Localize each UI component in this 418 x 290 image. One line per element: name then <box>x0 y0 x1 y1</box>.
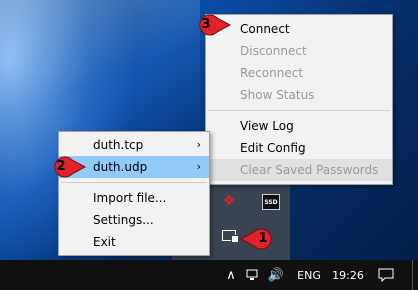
menu-item-settings[interactable]: Settings... <box>59 209 209 231</box>
menu-item-import-file[interactable]: Import file... <box>59 187 209 209</box>
menu-item-connect[interactable]: Connect <box>206 18 392 40</box>
ssd-icon[interactable]: SSD <box>262 194 280 210</box>
menu-item-show-status: Show Status <box>206 84 392 106</box>
step-badge-1: 1 <box>240 228 274 250</box>
notification-icon-svg <box>378 268 394 282</box>
import-file-label: Import file... <box>93 191 167 205</box>
menu-item-clear-passwords: Clear Saved Passwords <box>206 159 392 181</box>
menu-item-reconnect: Reconnect <box>206 62 392 84</box>
exit-label: Exit <box>93 235 116 249</box>
clock[interactable]: 19:26 <box>330 260 366 290</box>
view-log-label: View Log <box>240 119 294 133</box>
badge-number-1: 1 <box>258 231 268 246</box>
clear-passwords-label: Clear Saved Passwords <box>240 163 379 177</box>
edit-config-label: Edit Config <box>240 141 306 155</box>
menu-item-edit-config[interactable]: Edit Config <box>206 137 392 159</box>
menu-separator <box>61 182 207 183</box>
language-indicator[interactable]: ENG <box>294 260 324 290</box>
taskbar: ∧ 🔊 ENG 19:26 <box>0 260 418 290</box>
settings-label: Settings... <box>93 213 154 227</box>
connection-submenu: Connect Disconnect Reconnect Show Status… <box>205 14 393 185</box>
connect-label: Connect <box>240 22 290 36</box>
ssd-label: SSD <box>264 198 278 206</box>
red-dots-app-icon[interactable]: ❖ <box>218 193 240 209</box>
duth-tcp-label: duth.tcp <box>93 138 144 152</box>
menu-item-exit[interactable]: Exit <box>59 231 209 253</box>
badge-number-2: 2 <box>56 159 66 174</box>
show-status-label: Show Status <box>240 88 315 102</box>
chevron-right-icon: › <box>196 138 201 151</box>
duth-udp-label: duth.udp <box>93 160 148 174</box>
menu-separator <box>208 110 390 111</box>
step-badge-3: 3 <box>195 14 231 36</box>
show-desktop-button[interactable] <box>412 260 418 290</box>
menu-item-duth-tcp[interactable]: duth.tcp › <box>59 134 209 156</box>
menu-item-view-log[interactable]: View Log <box>206 115 392 137</box>
reconnect-label: Reconnect <box>240 66 304 80</box>
profiles-menu: duth.tcp › duth.udp › Import file... Setti… <box>58 131 210 256</box>
volume-icon[interactable]: 🔊 <box>266 260 286 290</box>
chevron-up-icon[interactable]: ∧ <box>222 260 240 290</box>
disconnect-label: Disconnect <box>240 44 307 58</box>
language-label: ENG <box>297 268 321 282</box>
network-icon-svg <box>246 269 258 280</box>
badge-number-3: 3 <box>201 17 211 32</box>
menu-item-disconnect: Disconnect <box>206 40 392 62</box>
openvpn-tray-icon[interactable] <box>222 229 239 243</box>
chevron-right-icon: › <box>196 160 201 173</box>
step-badge-2: 2 <box>50 156 86 178</box>
action-center-icon[interactable] <box>374 260 398 290</box>
clock-time: 19:26 <box>332 268 364 282</box>
lock-shape <box>231 235 239 243</box>
network-icon[interactable] <box>244 260 262 290</box>
